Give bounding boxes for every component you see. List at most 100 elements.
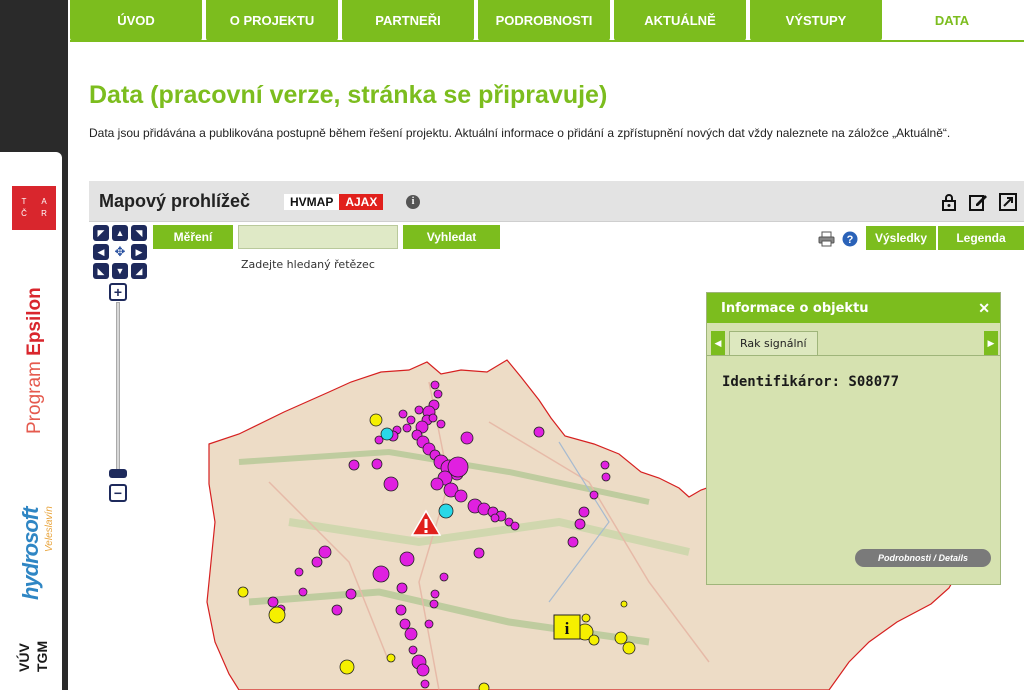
- edit-icon[interactable]: [968, 192, 988, 212]
- map-point[interactable]: [490, 513, 500, 523]
- pan-down-icon[interactable]: ▼: [112, 263, 128, 279]
- map-point[interactable]: [436, 419, 446, 429]
- map-point[interactable]: [429, 599, 439, 609]
- tab-o-projektu[interactable]: O PROJEKTU: [206, 0, 338, 41]
- map-point[interactable]: [420, 679, 430, 689]
- map-point[interactable]: [454, 489, 468, 503]
- map-point[interactable]: [298, 587, 308, 597]
- map-point[interactable]: [371, 458, 383, 470]
- map-point[interactable]: [620, 600, 628, 608]
- map-point[interactable]: [399, 551, 415, 567]
- map-point[interactable]: [533, 426, 545, 438]
- pan-right-icon[interactable]: ▶: [131, 244, 147, 260]
- map-point[interactable]: [399, 618, 411, 630]
- hydrosoft-logo[interactable]: hydrosoft: [18, 508, 44, 600]
- map-point[interactable]: [601, 472, 611, 482]
- map-point[interactable]: [380, 427, 394, 441]
- map-point[interactable]: [414, 405, 424, 415]
- measure-button[interactable]: Měření: [153, 225, 233, 249]
- map-point[interactable]: [386, 653, 396, 663]
- map-point[interactable]: [567, 536, 579, 548]
- results-button[interactable]: Výsledky: [866, 226, 936, 250]
- info-marker[interactable]: i: [553, 614, 581, 640]
- map-point[interactable]: [424, 619, 434, 629]
- tab-uvod[interactable]: ÚVOD: [70, 0, 202, 41]
- tab-aktualne[interactable]: AKTUÁLNĚ: [614, 0, 746, 41]
- pan-down-right-icon[interactable]: ◢: [131, 263, 147, 279]
- map-point[interactable]: [600, 460, 610, 470]
- help-icon[interactable]: ?: [842, 231, 858, 247]
- map-point[interactable]: [311, 556, 323, 568]
- map-point[interactable]: [408, 645, 418, 655]
- map-point[interactable]: [622, 641, 636, 655]
- map-point[interactable]: [578, 506, 590, 518]
- map-point[interactable]: [395, 604, 407, 616]
- map-point[interactable]: [402, 423, 412, 433]
- map-point[interactable]: [433, 389, 443, 399]
- map-point[interactable]: [614, 631, 628, 645]
- zoom-in-button[interactable]: +: [109, 283, 127, 301]
- search-button[interactable]: Vyhledat: [403, 225, 500, 249]
- map-point[interactable]: [430, 477, 444, 491]
- map-point[interactable]: [331, 604, 343, 616]
- tab-podrobnosti[interactable]: PODROBNOSTI: [478, 0, 610, 41]
- info-prev-icon[interactable]: ◀: [711, 331, 725, 355]
- map-point[interactable]: [404, 627, 418, 641]
- pan-center-icon[interactable]: ✥: [112, 244, 128, 260]
- vuv-logo-bottom[interactable]: TGM: [34, 641, 50, 672]
- map-point[interactable]: [473, 547, 485, 559]
- pan-control[interactable]: ◤ ▲ ◥ ◀ ✥ ▶ ◣ ▼ ◢: [93, 225, 147, 279]
- close-icon[interactable]: ✕: [978, 300, 990, 317]
- tab-vystupy[interactable]: VÝSTUPY: [750, 0, 882, 41]
- map-point[interactable]: [460, 431, 474, 445]
- map-point[interactable]: [369, 413, 383, 427]
- map-area[interactable]: i ◤ ▲ ◥ ◀ ✥ ▶ ◣ ▼ ◢ + − Měření Vyhledat …: [89, 222, 1024, 690]
- map-point[interactable]: [589, 490, 599, 500]
- map-point[interactable]: [339, 659, 355, 675]
- map-point[interactable]: [428, 413, 438, 423]
- details-button[interactable]: Podrobnosti / Details: [855, 549, 991, 567]
- tab-partneri[interactable]: PARTNEŘI: [342, 0, 474, 41]
- search-input[interactable]: [238, 225, 398, 249]
- map-point[interactable]: [439, 572, 449, 582]
- map-point[interactable]: [430, 589, 440, 599]
- map-point[interactable]: [294, 567, 304, 577]
- map-point[interactable]: [588, 634, 600, 646]
- lock-icon[interactable]: [939, 192, 959, 212]
- map-point[interactable]: [406, 415, 416, 425]
- pan-down-left-icon[interactable]: ◣: [93, 263, 109, 279]
- print-icon[interactable]: [818, 231, 835, 247]
- info-next-icon[interactable]: ▶: [984, 331, 998, 355]
- map-point[interactable]: [348, 459, 360, 471]
- pan-up-right-icon[interactable]: ◥: [131, 225, 147, 241]
- pan-up-icon[interactable]: ▲: [112, 225, 128, 241]
- map-point[interactable]: [268, 606, 286, 624]
- program-epsilon-logo[interactable]: Program Epsilon: [24, 287, 46, 434]
- map-point[interactable]: [438, 503, 454, 519]
- pan-left-icon[interactable]: ◀: [93, 244, 109, 260]
- map-point[interactable]: [237, 586, 249, 598]
- map-point[interactable]: [318, 545, 332, 559]
- zoom-out-button[interactable]: −: [109, 484, 127, 502]
- tacr-logo[interactable]: T A Č R: [12, 186, 56, 230]
- pan-up-left-icon[interactable]: ◤: [93, 225, 109, 241]
- map-point[interactable]: [574, 518, 586, 530]
- zoom-slider[interactable]: [116, 302, 120, 472]
- map-point[interactable]: [345, 588, 357, 600]
- info-tab-rak-signalni[interactable]: Rak signální: [729, 331, 818, 356]
- map-point[interactable]: [372, 565, 390, 583]
- map-point[interactable]: [478, 682, 490, 690]
- zoom-slider-handle[interactable]: [109, 469, 127, 478]
- map-point[interactable]: [447, 456, 469, 478]
- map-point[interactable]: [398, 409, 408, 419]
- map-point[interactable]: [510, 521, 520, 531]
- map-point[interactable]: [416, 663, 430, 677]
- map-point[interactable]: [430, 380, 440, 390]
- map-point[interactable]: [267, 596, 279, 608]
- info-icon[interactable]: i: [406, 195, 420, 209]
- legend-button[interactable]: Legenda: [938, 226, 1024, 250]
- map-point[interactable]: [581, 613, 591, 623]
- map-point[interactable]: [396, 582, 408, 594]
- vuv-logo-top[interactable]: VÚV: [16, 643, 32, 672]
- map-point[interactable]: [383, 476, 399, 492]
